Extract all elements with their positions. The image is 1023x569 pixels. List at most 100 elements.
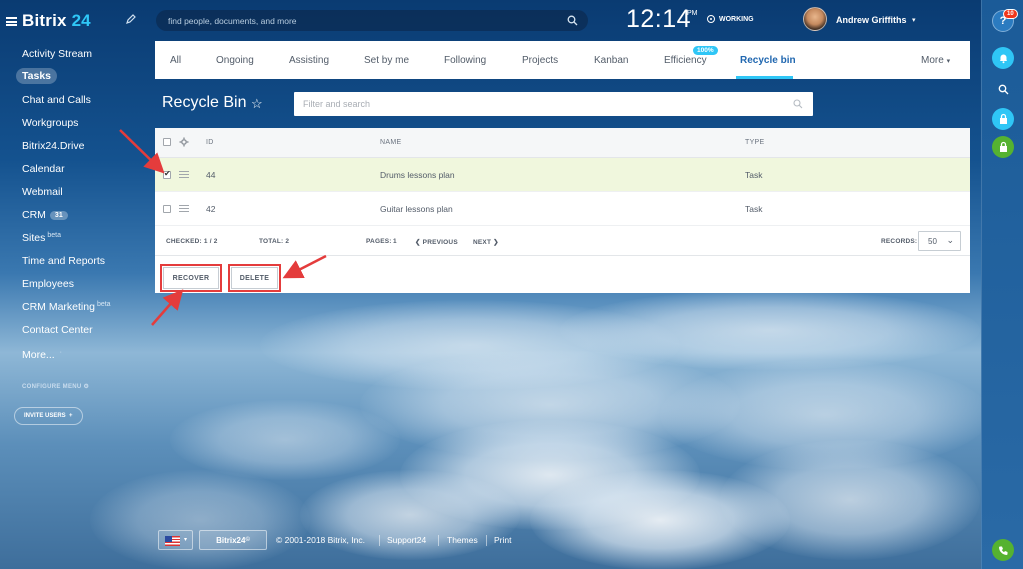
- tab-projects[interactable]: Projects: [522, 55, 558, 66]
- row-checkbox[interactable]: [163, 169, 171, 179]
- invite-users-button[interactable]: INVITE USERS +: [14, 407, 83, 425]
- tab-assisting[interactable]: Assisting: [289, 55, 329, 66]
- user-name[interactable]: Andrew Griffiths: [836, 15, 907, 25]
- next-page-link[interactable]: NEXT ❯: [473, 238, 499, 246]
- configure-menu-link[interactable]: CONFIGURE MENU ⚙: [22, 383, 89, 390]
- tab-following[interactable]: Following: [444, 55, 486, 66]
- right-panel: ?: [981, 0, 1023, 569]
- chevron-down-icon: ▾: [184, 537, 188, 543]
- pencil-icon[interactable]: [125, 13, 137, 25]
- language-selector[interactable]: ▾: [158, 530, 193, 550]
- task-tabs: All Ongoing Assisting Set by me Followin…: [155, 41, 970, 79]
- nav-item-workgroups[interactable]: Workgroups: [22, 117, 78, 129]
- filter-search[interactable]: [294, 92, 813, 116]
- table-row[interactable]: 42 Guitar lessons plan Task: [155, 192, 970, 226]
- tab-recycle-bin[interactable]: Recycle bin: [740, 55, 796, 66]
- tab-more-label: More: [921, 55, 944, 66]
- nav-item-webmail[interactable]: Webmail: [22, 186, 63, 198]
- tab-set-by-me[interactable]: Set by me: [364, 55, 409, 66]
- nav-item-calendar[interactable]: Calendar: [22, 163, 65, 175]
- next-label: NEXT: [473, 239, 492, 246]
- logo[interactable]: Bitrix 24: [6, 11, 91, 31]
- nav-item-more[interactable]: More... ·: [22, 349, 62, 361]
- drag-handle-icon[interactable]: [179, 205, 189, 212]
- search-icon[interactable]: [793, 99, 803, 109]
- phone-icon[interactable]: [992, 539, 1014, 561]
- chevron-left-icon: ❮: [415, 239, 421, 246]
- themes-link[interactable]: Themes: [447, 535, 478, 545]
- bell-icon[interactable]: [992, 47, 1014, 69]
- nav-item-contact-center[interactable]: Contact Center: [22, 324, 93, 336]
- previous-page-link[interactable]: ❮ PREVIOUS: [415, 238, 458, 246]
- chevron-down-icon[interactable]: ▾: [912, 16, 916, 24]
- nav-item-label: CRM Marketing: [22, 301, 95, 313]
- grid-footer: CHECKED: 1 / 2 TOTAL: 2 PAGES: 1 ❮ PREVI…: [155, 226, 970, 256]
- filter-input[interactable]: [303, 97, 773, 111]
- support-link[interactable]: Support24: [387, 535, 426, 545]
- tab-more[interactable]: More ▾: [921, 55, 950, 66]
- column-header-type[interactable]: TYPE: [745, 139, 764, 146]
- working-status-label: WORKING: [719, 15, 754, 23]
- gear-icon[interactable]: [179, 137, 189, 147]
- search-input[interactable]: [168, 13, 548, 28]
- tab-ongoing[interactable]: Ongoing: [216, 55, 254, 66]
- row-checkbox[interactable]: [163, 205, 171, 213]
- crm-counter-badge: 31: [49, 211, 68, 220]
- logo-text: Bitrix: [22, 11, 67, 30]
- nav-item-label: Calendar: [22, 163, 65, 175]
- tab-efficiency[interactable]: Efficiency: [664, 55, 707, 66]
- left-navigation: Bitrix 24 Activity Stream Tasks Chat and…: [0, 0, 150, 569]
- recycle-bin-grid: ID NAME TYPE 44 Drums lessons plan Task …: [155, 128, 970, 293]
- nav-item-label: CRM: [22, 209, 46, 221]
- nav-item-employees[interactable]: Employees: [22, 278, 74, 290]
- star-icon[interactable]: ☆: [251, 96, 263, 112]
- total-count: TOTAL: 2: [259, 238, 290, 245]
- tab-kanban[interactable]: Kanban: [594, 55, 628, 66]
- column-header-id[interactable]: ID: [206, 139, 214, 146]
- nav-item-crm[interactable]: CRM 31: [22, 209, 68, 221]
- search-icon[interactable]: [567, 15, 578, 26]
- drag-handle-icon[interactable]: [179, 171, 189, 178]
- column-header-name[interactable]: NAME: [380, 139, 401, 146]
- print-link[interactable]: Print: [494, 535, 511, 545]
- plus-icon: +: [69, 413, 73, 419]
- row-name: Guitar lessons plan: [380, 204, 453, 214]
- menu-icon[interactable]: [6, 16, 17, 26]
- nav-item-drive[interactable]: Bitrix24.Drive: [22, 140, 84, 152]
- nav-item-crm-marketing[interactable]: CRM Marketing beta: [22, 301, 111, 313]
- lock-icon[interactable]: [992, 108, 1014, 130]
- records-per-page-select[interactable]: 50 ⌄: [918, 231, 961, 251]
- row-type: Task: [745, 170, 763, 180]
- avatar[interactable]: [803, 7, 827, 31]
- nav-item-label: Bitrix24.Drive: [22, 140, 85, 152]
- nav-item-time-and-reports[interactable]: Time and Reports: [22, 255, 105, 267]
- nav-item-label: Employees: [22, 278, 74, 290]
- global-search[interactable]: [156, 10, 588, 31]
- configure-menu-label: CONFIGURE MENU: [22, 384, 82, 390]
- search-icon[interactable]: [992, 78, 1014, 100]
- nav-item-chat-and-calls[interactable]: Chat and Calls: [22, 94, 91, 106]
- working-icon: [707, 15, 715, 23]
- table-row[interactable]: 44 Drums lessons plan Task: [155, 158, 970, 192]
- select-all-checkbox[interactable]: [163, 138, 171, 146]
- notifications-counter-badge: 10: [1003, 9, 1018, 19]
- clock[interactable]: 12:14: [626, 5, 691, 34]
- working-status[interactable]: WORKING: [707, 15, 754, 23]
- nav-item-sites[interactable]: Sites beta: [22, 232, 61, 244]
- nav-item-label: More...: [22, 349, 55, 361]
- tab-all[interactable]: All: [170, 55, 181, 66]
- row-id: 44: [206, 170, 216, 180]
- bitrix24-button[interactable]: Bitrix24 ©: [199, 530, 267, 550]
- us-flag-icon: [165, 536, 180, 546]
- nav-item-label: Webmail: [22, 186, 63, 198]
- row-type: Task: [745, 204, 763, 214]
- nav-item-tasks[interactable]: Tasks: [16, 68, 57, 84]
- row-name: Drums lessons plan: [380, 170, 455, 180]
- divider: [438, 535, 439, 546]
- copyright-text: © 2001-2018 Bitrix, Inc.: [276, 535, 365, 545]
- annotation-arrow-recover: [151, 289, 184, 326]
- nav-item-activity-stream[interactable]: Activity Stream: [22, 48, 92, 60]
- nav-item-label: Tasks: [22, 70, 51, 82]
- lock-icon[interactable]: [992, 136, 1014, 158]
- page-number[interactable]: 1: [393, 238, 397, 245]
